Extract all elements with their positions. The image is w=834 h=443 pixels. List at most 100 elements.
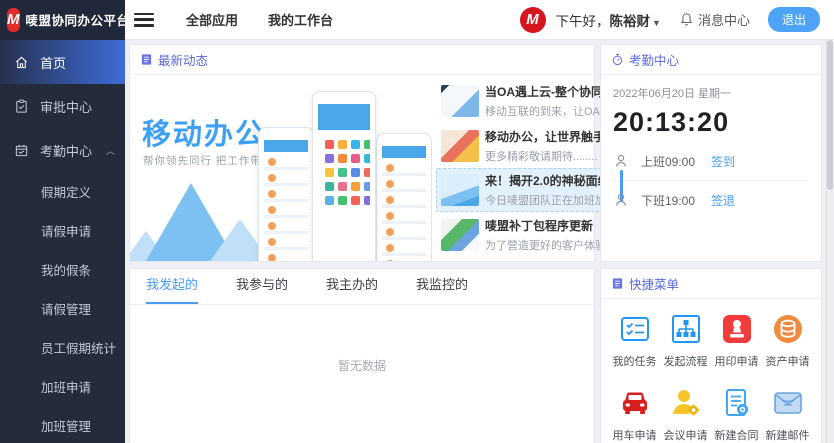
clipboard-icon xyxy=(14,99,29,114)
meeting-person-icon xyxy=(670,387,702,419)
news-title: 移动办公，让世界触手可 xyxy=(485,128,617,145)
sidebar-item-label: 审批中心 xyxy=(40,97,92,116)
banner-headline: 移动办公 xyxy=(142,111,266,153)
sidebar-item-label: 考勤中心 xyxy=(40,141,92,160)
quick-item-seal-request[interactable]: 用印申请 xyxy=(711,313,762,369)
sign-out-label: 下班19:00 xyxy=(641,192,711,209)
news-thumbnail xyxy=(441,130,479,162)
empty-state-text: 暂无数据 xyxy=(130,357,594,374)
quick-item-label: 用车申请 xyxy=(613,427,657,443)
sidebar-item-approval-center[interactable]: 审批中心 xyxy=(0,84,125,128)
oa-dashboard-page: M 唛盟协同办公平台 全部应用 我的工作台 M 下午好，陈裕财▼ 消息中心 退出… xyxy=(0,0,834,443)
attendance-panel-header: 考勤中心 xyxy=(601,45,821,75)
quick-item-vehicle-request[interactable]: 用车申请 xyxy=(609,387,660,443)
hamburger-menu-icon[interactable] xyxy=(134,13,154,27)
chevron-up-icon: ︿ xyxy=(106,144,115,157)
quick-item-start-flow[interactable]: 发起流程 xyxy=(660,313,711,369)
news-thumbnail xyxy=(441,85,479,117)
topbar: M 唛盟协同办公平台 全部应用 我的工作台 M 下午好，陈裕财▼ 消息中心 退出 xyxy=(0,0,834,40)
latest-news-panel: 最新动态 移动办公 帮你领先同行 把工作带出办公室 xyxy=(129,44,595,262)
news-panel-title: 最新动态 xyxy=(158,50,208,69)
nav-all-apps[interactable]: 全部应用 xyxy=(186,10,238,29)
document-icon xyxy=(611,277,624,290)
news-thumbnail xyxy=(441,219,479,251)
username: 陈裕财 xyxy=(610,14,651,29)
sign-in-row: 上班09:00 签到 xyxy=(613,148,809,174)
tab-monitored-by-me[interactable]: 我监控的 xyxy=(416,274,468,304)
sidebar: 首页 审批中心 考勤中心 ︿ 假期定义 请假申请 我的假条 请假管理 员工假期统… xyxy=(0,40,125,443)
news-thumbnail xyxy=(441,174,479,206)
person-icon xyxy=(613,192,629,208)
quick-item-label: 发起流程 xyxy=(664,353,708,369)
sign-out-row: 下班19:00 签退 xyxy=(613,187,809,213)
quick-item-label: 用印申请 xyxy=(715,353,759,369)
attendance-panel-title: 考勤中心 xyxy=(629,50,679,69)
calendar-icon xyxy=(14,143,29,158)
asset-database-icon xyxy=(772,313,804,345)
divider xyxy=(613,180,809,181)
logout-button[interactable]: 退出 xyxy=(768,7,820,32)
quick-menu-panel: 快捷菜单 我的任务 发起流程 用印申请 资产申请 用车申请 xyxy=(600,268,822,443)
tab-initiated-by-me[interactable]: 我发起的 xyxy=(146,274,198,304)
logo-section: M 唛盟协同办公平台 xyxy=(0,0,125,40)
car-icon xyxy=(619,387,651,419)
my-tasks-panel: 我发起的 我参与的 我主办的 我监控的 暂无数据 xyxy=(129,268,595,443)
stopwatch-icon xyxy=(611,53,624,66)
brand-logo: M xyxy=(7,8,20,32)
quick-item-label: 我的任务 xyxy=(613,353,657,369)
quick-item-label: 新建合同 xyxy=(715,427,759,443)
nav-my-workbench[interactable]: 我的工作台 xyxy=(268,10,333,29)
contract-doc-icon xyxy=(721,387,753,419)
sidebar-subitem-leave-request[interactable]: 请假申请 xyxy=(0,211,125,250)
stamp-icon xyxy=(721,313,753,345)
caret-down-icon: ▼ xyxy=(652,18,661,28)
sidebar-subitem-employee-holiday-stats[interactable]: 员工假期统计 xyxy=(0,328,125,367)
greeting-text: 下午好， xyxy=(556,14,610,29)
user-greeting[interactable]: 下午好，陈裕财▼ xyxy=(556,10,661,30)
sidebar-subitem-overtime-management[interactable]: 加班管理 xyxy=(0,406,125,443)
person-icon xyxy=(613,153,629,169)
attendance-clock: 20:13:20 xyxy=(613,107,809,138)
task-list-icon xyxy=(619,313,651,345)
sign-in-label: 上班09:00 xyxy=(641,153,711,170)
sidebar-subitem-leave-management[interactable]: 请假管理 xyxy=(0,289,125,328)
tab-hosted-by-me[interactable]: 我主办的 xyxy=(326,274,378,304)
phone-mockup xyxy=(312,91,376,261)
news-body: 移动办公 帮你领先同行 把工作带出办公室 当OA遇上云-整个协同O xyxy=(130,75,594,261)
flow-chart-icon xyxy=(670,313,702,345)
message-center-button[interactable]: 消息中心 xyxy=(679,10,750,29)
news-panel-header: 最新动态 xyxy=(130,45,594,75)
topbar-right: M 下午好，陈裕财▼ 消息中心 退出 xyxy=(520,7,834,33)
sidebar-subitem-overtime-request[interactable]: 加班申请 xyxy=(0,367,125,406)
sidebar-submenu: 假期定义 请假申请 我的假条 请假管理 员工假期统计 加班申请 加班管理 xyxy=(0,172,125,443)
bell-icon xyxy=(679,12,694,27)
quick-item-meeting-request[interactable]: 会议申请 xyxy=(660,387,711,443)
scrollbar-thumb[interactable] xyxy=(827,40,833,190)
top-nav: 全部应用 我的工作台 xyxy=(186,10,333,29)
phone-mockup xyxy=(376,133,432,261)
promo-banner[interactable]: 移动办公 帮你领先同行 把工作带出办公室 xyxy=(130,75,432,261)
app-title: 唛盟协同办公平台 xyxy=(26,10,130,29)
sidebar-item-attendance-center[interactable]: 考勤中心 ︿ xyxy=(0,128,125,172)
quick-item-new-contract[interactable]: 新建合同 xyxy=(711,387,762,443)
sign-out-link[interactable]: 签退 xyxy=(711,192,735,209)
document-icon xyxy=(140,53,153,66)
phone-mockup xyxy=(258,127,314,261)
avatar[interactable]: M xyxy=(520,7,546,33)
sidebar-subitem-holiday-definition[interactable]: 假期定义 xyxy=(0,172,125,211)
quick-menu-title: 快捷菜单 xyxy=(629,274,679,293)
quick-item-label: 新建邮件 xyxy=(766,427,810,443)
quick-item-my-tasks[interactable]: 我的任务 xyxy=(609,313,660,369)
quick-item-asset-request[interactable]: 资产申请 xyxy=(762,313,813,369)
page-scrollbar[interactable] xyxy=(826,0,834,443)
logo-letter: M xyxy=(7,11,20,28)
sidebar-item-home[interactable]: 首页 xyxy=(0,40,125,84)
attendance-date: 2022年06月20日 星期一 xyxy=(613,85,809,101)
quick-item-new-mail[interactable]: 新建邮件 xyxy=(762,387,813,443)
sign-in-link[interactable]: 签到 xyxy=(711,153,735,170)
tab-participated-by-me[interactable]: 我参与的 xyxy=(236,274,288,304)
attendance-timeline: 上班09:00 签到 下班19:00 签退 xyxy=(613,148,809,213)
task-tabs: 我发起的 我参与的 我主办的 我监控的 xyxy=(130,269,594,305)
attendance-body: 2022年06月20日 星期一 20:13:20 上班09:00 签到 下班19… xyxy=(601,75,821,213)
sidebar-subitem-my-leave-notes[interactable]: 我的假条 xyxy=(0,250,125,289)
